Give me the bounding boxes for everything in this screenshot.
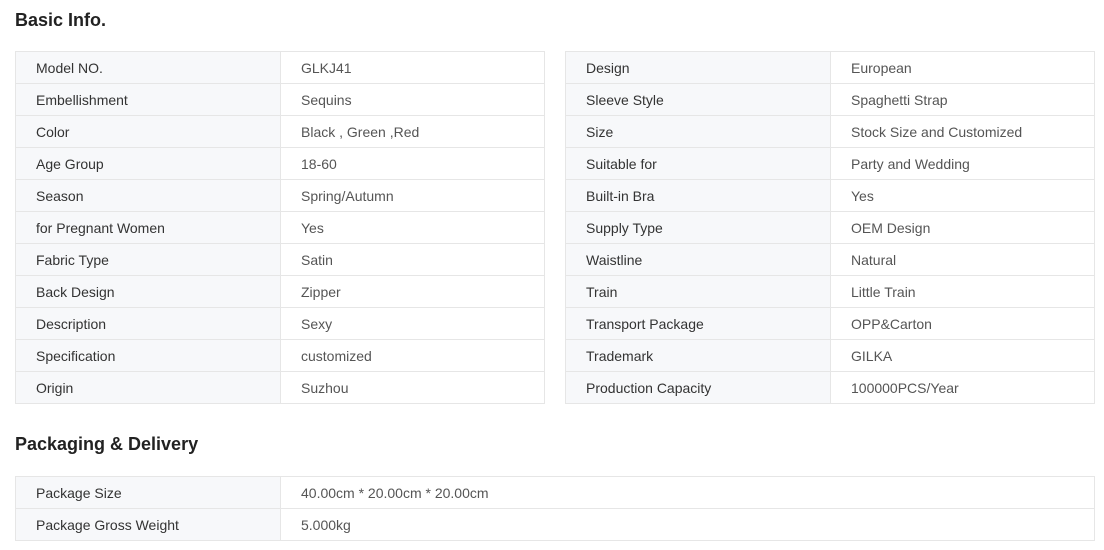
spec-label: Description: [15, 307, 281, 340]
basic-info-row: Model NO. GLKJ41: [15, 51, 545, 84]
basic-info-row: Train Little Train: [565, 275, 1095, 308]
spec-value: Little Train: [830, 275, 1095, 308]
basic-info-row: Season Spring/Autumn: [15, 179, 545, 212]
basic-info-row: Trademark GILKA: [565, 339, 1095, 372]
spec-value: Suzhou: [280, 371, 545, 404]
spec-label: Season: [15, 179, 281, 212]
spec-value: Stock Size and Customized: [830, 115, 1095, 148]
spec-label: for Pregnant Women: [15, 211, 281, 244]
spec-label: Size: [565, 115, 831, 148]
spec-value: Spring/Autumn: [280, 179, 545, 212]
spec-label: Production Capacity: [565, 371, 831, 404]
packaging-row: Package Size 40.00cm * 20.00cm * 20.00cm: [15, 476, 1095, 509]
basic-info-row: Sleeve Style Spaghetti Strap: [565, 83, 1095, 116]
spec-value: 5.000kg: [280, 508, 1095, 541]
spec-value: 18-60: [280, 147, 545, 180]
basic-info-row: Color Black , Green ,Red: [15, 115, 545, 148]
spec-value: OEM Design: [830, 211, 1095, 244]
spec-label: Origin: [15, 371, 281, 404]
spec-label: Color: [15, 115, 281, 148]
spec-label: Transport Package: [565, 307, 831, 340]
spec-value: Satin: [280, 243, 545, 276]
spec-label: Supply Type: [565, 211, 831, 244]
basic-info-title: Basic Info.: [15, 10, 107, 30]
spec-value: Yes: [280, 211, 545, 244]
spec-label: Model NO.: [15, 51, 281, 84]
basic-info-row: Suitable for Party and Wedding: [565, 147, 1095, 180]
spec-value: Sequins: [280, 83, 545, 116]
spec-label: Package Gross Weight: [15, 508, 281, 541]
spec-value: OPP&Carton: [830, 307, 1095, 340]
basic-info-row: Specification customized: [15, 339, 545, 372]
basic-info-row: Size Stock Size and Customized: [565, 115, 1095, 148]
basic-info-row: Origin Suzhou: [15, 371, 545, 404]
spec-label: Specification: [15, 339, 281, 372]
basic-info-row: Design European: [565, 51, 1095, 84]
packaging-title: Packaging & Delivery: [15, 434, 199, 454]
spec-value: Spaghetti Strap: [830, 83, 1095, 116]
basic-info-row: Production Capacity 100000PCS/Year: [565, 371, 1095, 404]
basic-info-row: Built-in Bra Yes: [565, 179, 1095, 212]
basic-info-table-right: Design European Sleeve Style Spaghetti Stra…: [565, 51, 1095, 404]
basic-info-row: Transport Package OPP&Carton: [565, 307, 1095, 340]
spec-value: GILKA: [830, 339, 1095, 372]
spec-value: Sexy: [280, 307, 545, 340]
spec-label: Fabric Type: [15, 243, 281, 276]
basic-info-row: Embellishment Sequins: [15, 83, 545, 116]
spec-label: Suitable for: [565, 147, 831, 180]
spec-value: customized: [280, 339, 545, 372]
basic-info-row: Waistline Natural: [565, 243, 1095, 276]
spec-value: Yes: [830, 179, 1095, 212]
spec-value: 40.00cm * 20.00cm * 20.00cm: [280, 476, 1095, 509]
spec-value: Party and Wedding: [830, 147, 1095, 180]
spec-value: European: [830, 51, 1095, 84]
basic-info-row: Back Design Zipper: [15, 275, 545, 308]
spec-label: Built-in Bra: [565, 179, 831, 212]
spec-value: Black , Green ,Red: [280, 115, 545, 148]
basic-info-row: Fabric Type Satin: [15, 243, 545, 276]
spec-value: 100000PCS/Year: [830, 371, 1095, 404]
packaging-table: Package Size 40.00cm * 20.00cm * 20.00cm P…: [15, 476, 1095, 541]
basic-info-row: for Pregnant Women Yes: [15, 211, 545, 244]
packaging-row: Package Gross Weight 5.000kg: [15, 508, 1095, 541]
spec-value: GLKJ41: [280, 51, 545, 84]
spec-label: Sleeve Style: [565, 83, 831, 116]
spec-value: Natural: [830, 243, 1095, 276]
spec-label: Embellishment: [15, 83, 281, 116]
basic-info-row: Age Group 18-60: [15, 147, 545, 180]
spec-label: Back Design: [15, 275, 281, 308]
spec-value: Zipper: [280, 275, 545, 308]
spec-label: Trademark: [565, 339, 831, 372]
spec-label: Package Size: [15, 476, 281, 509]
spec-label: Design: [565, 51, 831, 84]
basic-info-row: Description Sexy: [15, 307, 545, 340]
spec-label: Age Group: [15, 147, 281, 180]
basic-info-table-left: Model NO. GLKJ41 Embellishment Sequins Color…: [15, 51, 545, 404]
basic-info-row: Supply Type OEM Design: [565, 211, 1095, 244]
spec-label: Train: [565, 275, 831, 308]
spec-label: Waistline: [565, 243, 831, 276]
